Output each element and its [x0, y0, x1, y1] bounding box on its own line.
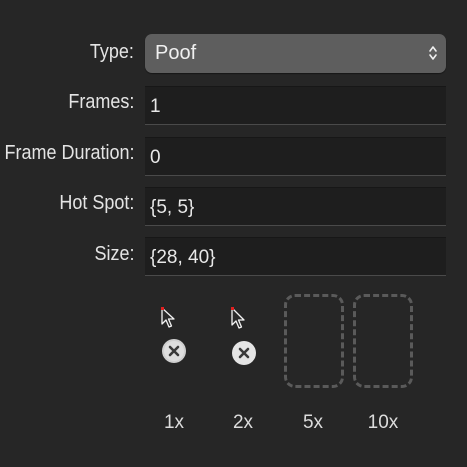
frames-label: Frames:: [67, 91, 134, 113]
scale-label-1x: 1x: [163, 412, 185, 433]
scale-label-10x: 10x: [367, 412, 399, 433]
preview-slot-2x[interactable]: [215, 294, 272, 387]
scale-label-5x: 5x: [302, 412, 324, 433]
poof-cursor-icon: [231, 307, 256, 365]
preview-slot-10x[interactable]: [353, 294, 413, 388]
size-label: Size:: [93, 243, 134, 265]
type-label: Type:: [89, 41, 134, 63]
poof-cursor-icon: [161, 307, 186, 363]
frame-duration-field[interactable]: 0: [145, 137, 446, 176]
type-popup[interactable]: Poof: [145, 34, 446, 73]
hot-spot-field[interactable]: {5, 5}: [145, 187, 446, 226]
frames-field[interactable]: 1: [145, 86, 446, 125]
scale-label-2x: 2x: [232, 412, 254, 433]
type-popup-value: Poof: [155, 42, 197, 64]
preview-slot-1x[interactable]: [145, 294, 202, 387]
chevron-up-down-icon: [429, 46, 437, 60]
size-field[interactable]: {28, 40}: [145, 237, 446, 276]
frame-duration-label: Frame Duration:: [3, 142, 134, 164]
cursor-inspector-panel: Type: Poof Frames: 1 Frame Duration: 0 H…: [0, 0, 467, 467]
hot-spot-label: Hot Spot:: [58, 192, 134, 214]
preview-slot-5x[interactable]: [284, 294, 344, 388]
